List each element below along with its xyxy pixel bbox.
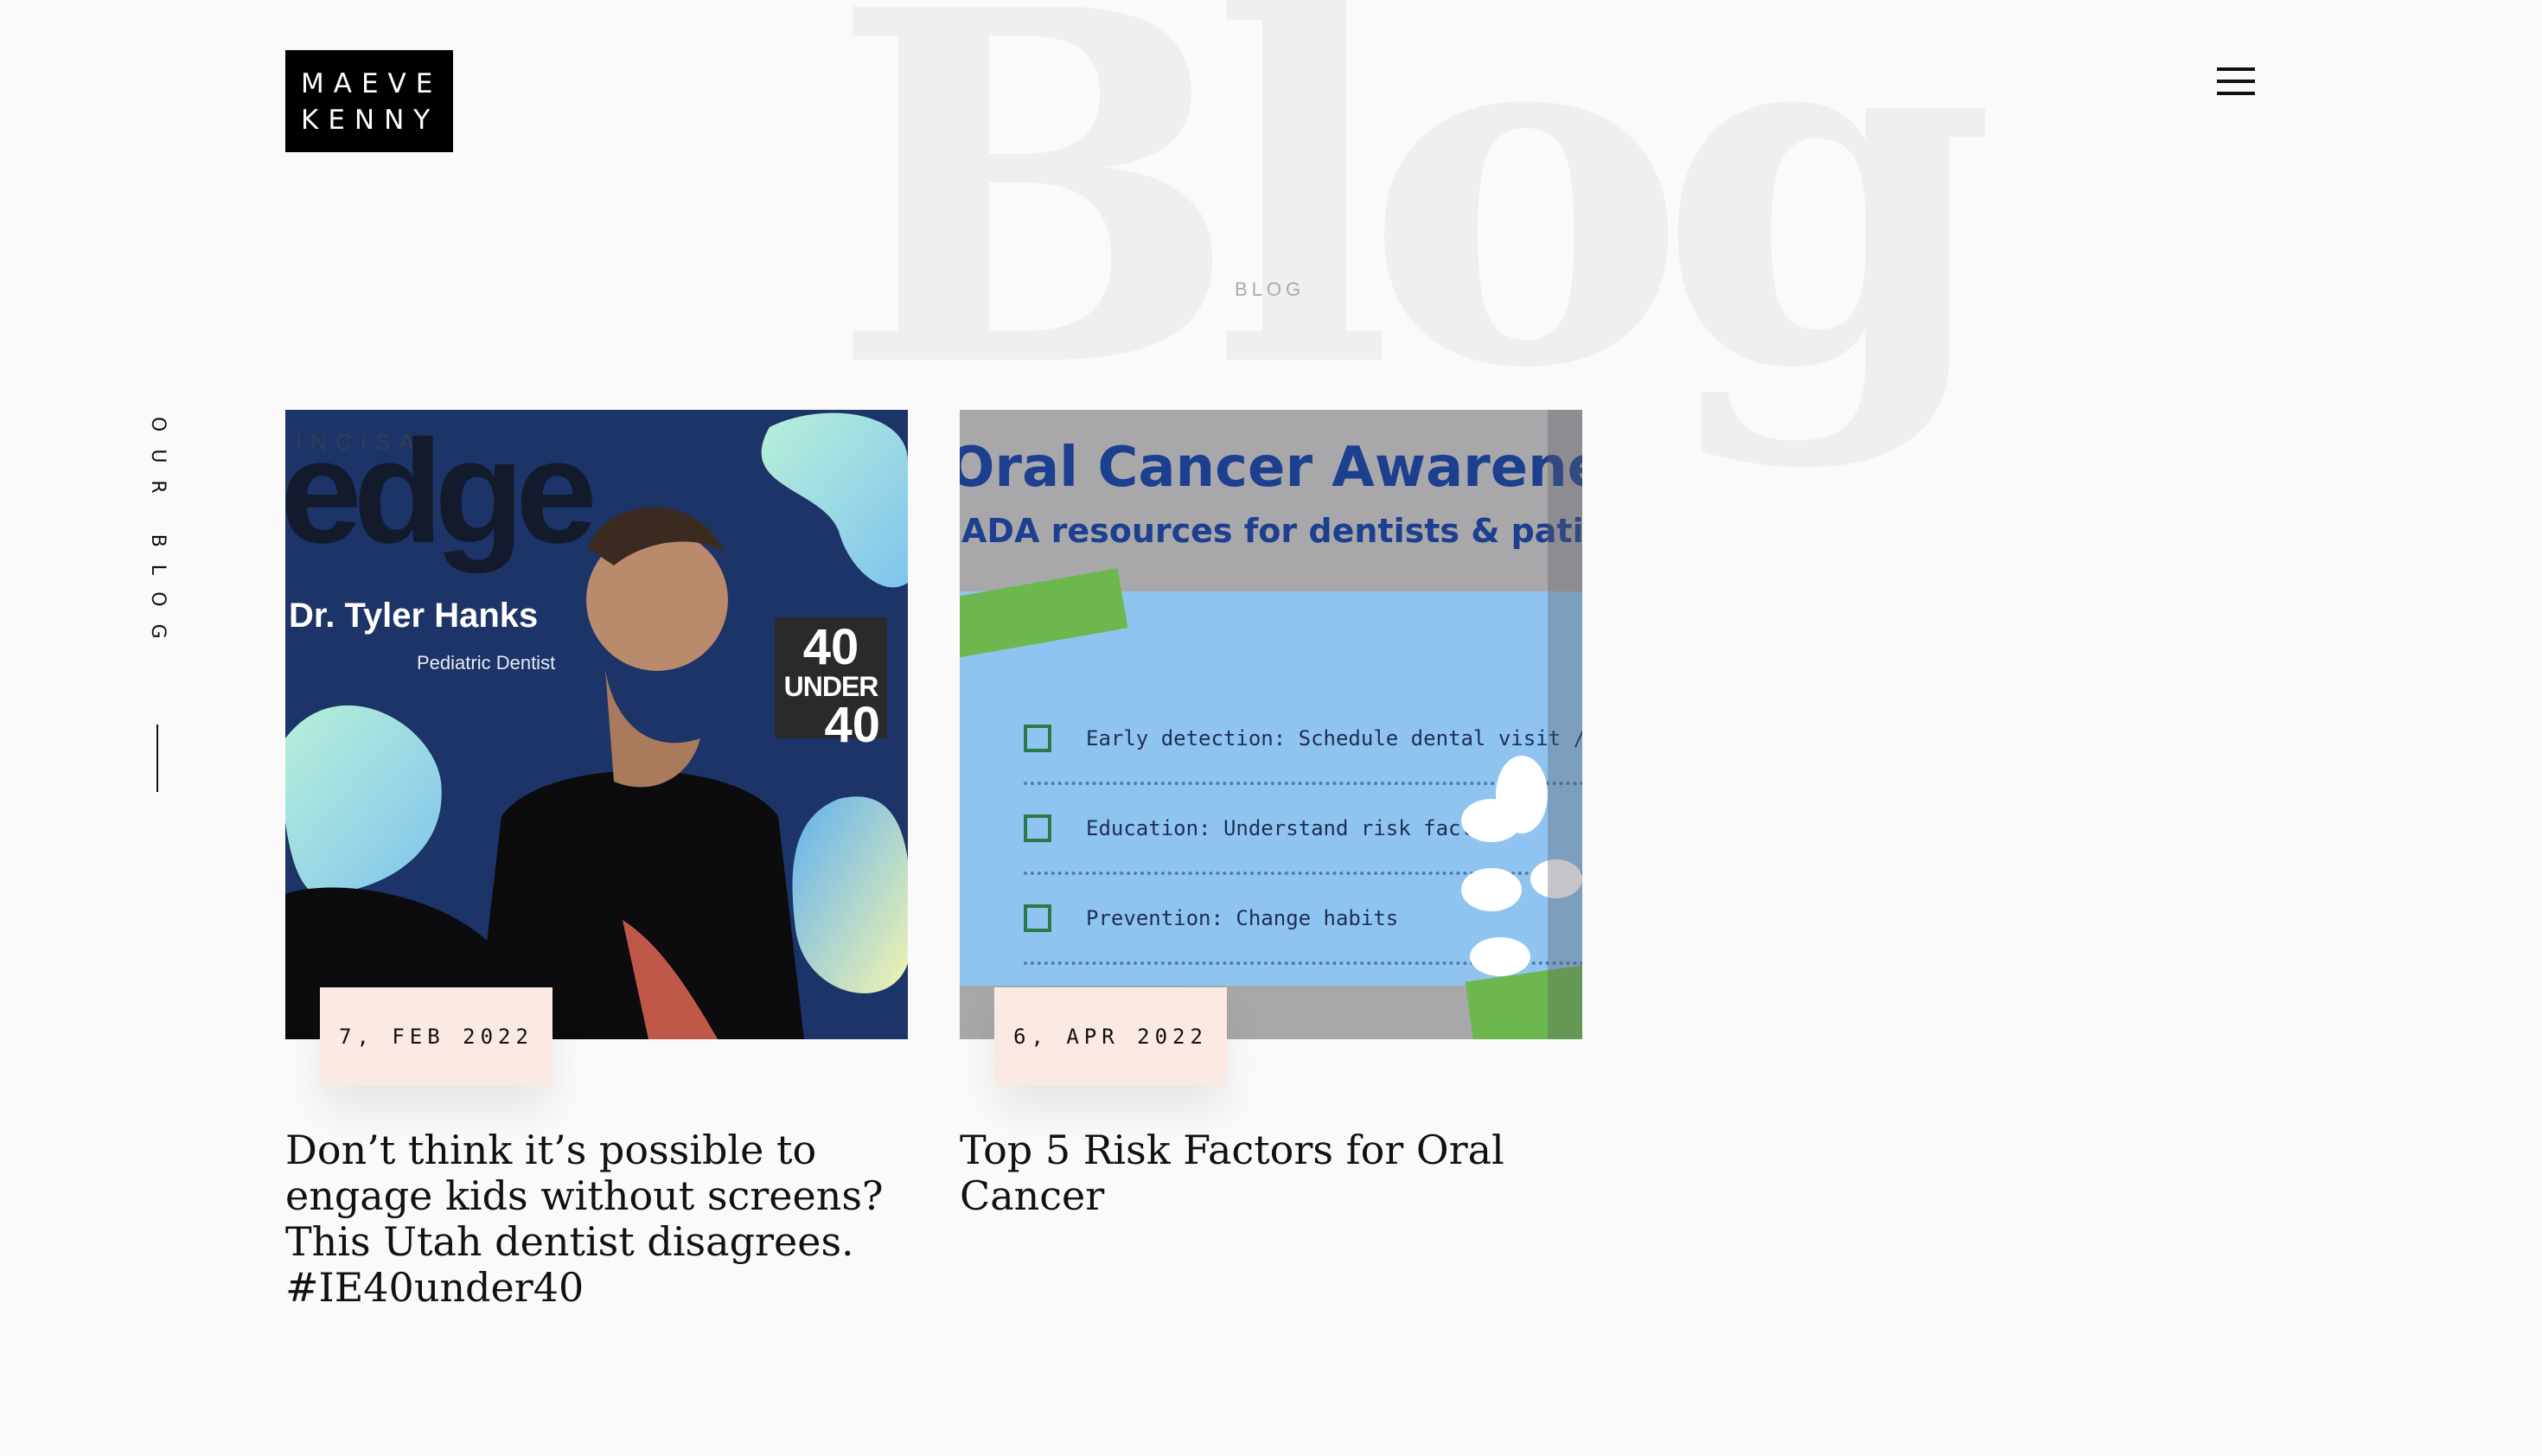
checklist-item: Early detection: Schedule dental visit /… <box>1024 695 1582 785</box>
thumbnail-heading: Oral Cancer Awareness <box>960 436 1582 500</box>
thumbnail-person-name: Dr. Tyler Hanks <box>289 597 539 635</box>
site-logo[interactable]: MAEVE KENNY <box>285 50 453 152</box>
menu-bar <box>2217 67 2255 71</box>
side-label: OUR BLOG <box>147 417 169 656</box>
forty-under-forty-badge: 40 UNDER 40 <box>775 617 887 750</box>
checklist-item-text: Prevention: Change habits <box>1086 906 1399 930</box>
checkbox-icon <box>1024 725 1051 752</box>
menu-bar <box>2217 92 2255 95</box>
post-thumbnail[interactable]: INCISAL edge Dr. Tyler Hanks Pediatric D… <box>285 410 908 1039</box>
leaf-icon <box>1470 937 1530 976</box>
thumbnail-subheading: ADA resources for dentists & patients <box>961 512 1582 550</box>
checkbox-icon <box>1024 814 1051 842</box>
hamburger-menu-icon[interactable] <box>2217 66 2255 97</box>
blog-post-card: Oral Cancer Awareness ADA resources for … <box>960 410 1582 1219</box>
magazine-title: edge <box>285 410 597 574</box>
menu-bar <box>2217 80 2255 83</box>
logo-line-1: MAEVE <box>301 68 443 99</box>
thumbnail-shade <box>1548 410 1582 1039</box>
logo-line-2: KENNY <box>301 105 440 136</box>
leaf-icon <box>1461 868 1522 911</box>
post-title-link[interactable]: Top 5 Risk Factors for Oral Cancer <box>960 1127 1565 1219</box>
thumbnail-role: Pediatric Dentist <box>417 652 556 674</box>
badge-number: 40 <box>802 619 859 675</box>
post-thumbnail[interactable]: Oral Cancer Awareness ADA resources for … <box>960 410 1582 1039</box>
blog-post-card: INCISAL edge Dr. Tyler Hanks Pediatric D… <box>285 410 908 1311</box>
checklist-item-text: Early detection: Schedule dental visit /… <box>1086 726 1582 750</box>
blog-watermark: Blog <box>830 0 1996 475</box>
badge-number: 40 <box>824 697 880 753</box>
post-date: 7, FEB 2022 <box>320 987 552 1086</box>
leaf-icon <box>1461 799 1522 842</box>
page-title: BLOG <box>1235 278 1306 300</box>
post-date: 6, APR 2022 <box>994 987 1227 1086</box>
side-divider <box>156 725 158 792</box>
post-title-link[interactable]: Don’t think it’s possible to engage kids… <box>285 1127 891 1311</box>
checklist-item-text: Education: Understand risk factors <box>1086 816 1511 840</box>
checkbox-icon <box>1024 904 1051 932</box>
